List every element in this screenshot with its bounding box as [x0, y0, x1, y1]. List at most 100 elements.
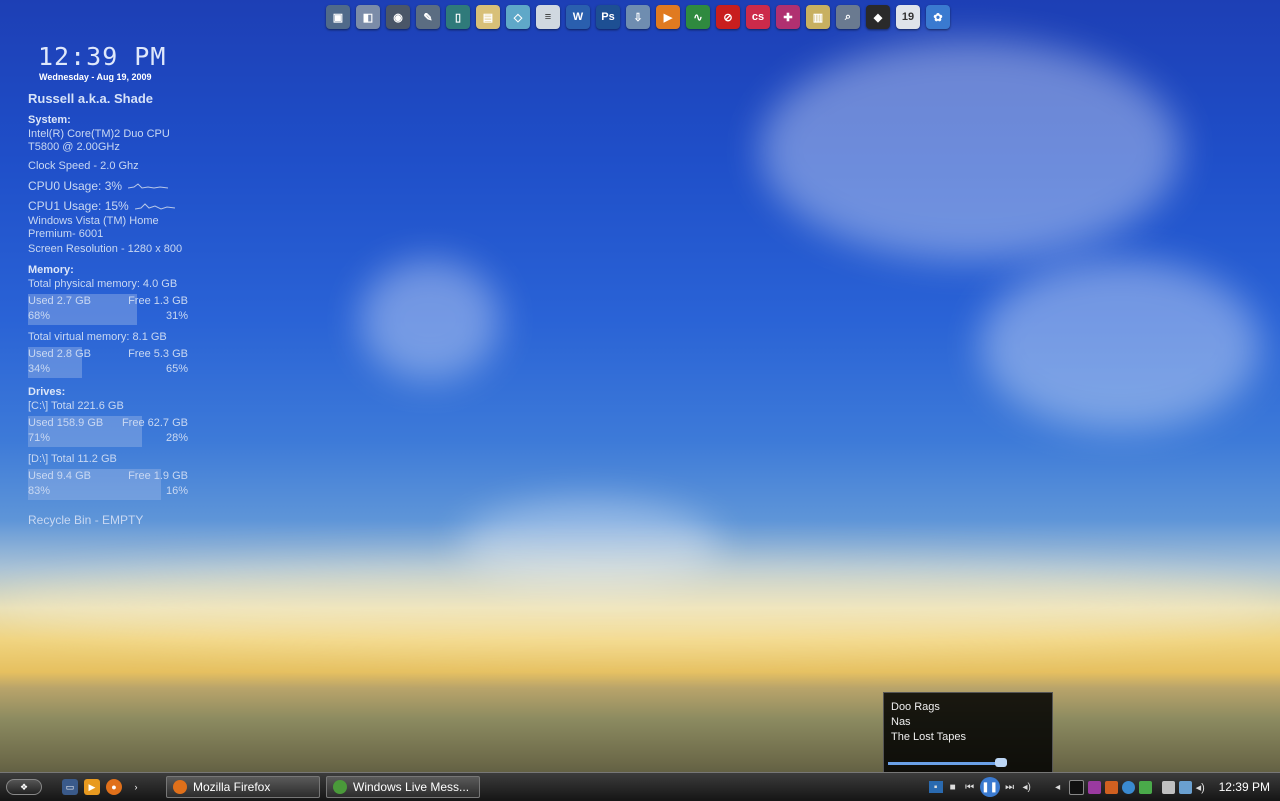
tray-expand-icon[interactable]: ◂: [1051, 781, 1065, 793]
physical-memory-total: Total physical memory: 4.0 GB: [28, 278, 178, 290]
text-file-icon[interactable]: ≡: [536, 5, 560, 29]
archive-icon[interactable]: ▥: [806, 5, 830, 29]
cpu0-usage: CPU0 Usage: 3%: [28, 179, 188, 193]
seek-bar[interactable]: [888, 762, 1004, 765]
meter-used-pct: 34%: [28, 363, 51, 375]
safely-remove-tray-icon[interactable]: [1161, 780, 1175, 794]
taskbar: ❖ ▭ ▶ ● › Mozilla Firefox Windows Live Me…: [0, 772, 1280, 801]
start-button[interactable]: ❖: [6, 779, 42, 795]
calendar-icon[interactable]: 19: [896, 5, 920, 29]
track-album: The Lost Tapes: [891, 731, 967, 743]
drive-d-meter: Used 9.4 GB Free 1.9 GB 83% 16%: [28, 469, 188, 500]
memory-heading: Memory:: [28, 264, 74, 276]
network-icon[interactable]: ✚: [776, 5, 800, 29]
blocked-icon[interactable]: ⊘: [716, 5, 740, 29]
cpu1-usage-label: CPU1 Usage: 15%: [28, 199, 129, 213]
folder-icon[interactable]: ▤: [476, 5, 500, 29]
recycle-bin-status[interactable]: Recycle Bin - EMPTY: [28, 514, 188, 527]
drive-d-total: [D:\] Total 11.2 GB: [28, 453, 117, 465]
media-player-quicklaunch-icon[interactable]: ▶: [84, 779, 100, 795]
quicklaunch-more-icon[interactable]: ›: [128, 779, 144, 795]
notes-icon[interactable]: ◇: [506, 5, 530, 29]
cpu0-graph: [128, 183, 169, 189]
taskbar-button-firefox[interactable]: Mozilla Firefox: [166, 776, 320, 798]
meter-used: Used 158.9 GB: [28, 417, 104, 429]
download-icon[interactable]: ⇩: [626, 5, 650, 29]
settings-icon[interactable]: ✿: [926, 5, 950, 29]
meter-free: Free 1.9 GB: [128, 470, 188, 482]
meter-free-pct: 65%: [165, 363, 188, 375]
photoshop-icon[interactable]: Ps: [596, 5, 620, 29]
cpu1-usage: CPU1 Usage: 15%: [28, 199, 188, 213]
meter-free-pct: 16%: [165, 485, 188, 497]
media-player-icon[interactable]: ▶: [656, 5, 680, 29]
computer-icon[interactable]: ▣: [326, 5, 350, 29]
pause-button[interactable]: ❚❚: [979, 777, 1000, 797]
tools-icon[interactable]: ✎: [416, 5, 440, 29]
track-title: Doo Rags: [891, 701, 940, 713]
meter-free: Free 1.3 GB: [128, 295, 188, 307]
system-tray: ▪ ■ ⏮ ❚❚ ⏭ ◂) ◂ ◂) 12:39 PM: [926, 773, 1280, 801]
previous-button[interactable]: ⏮: [963, 781, 977, 793]
taskbar-button-label: Windows Live Mess...: [353, 780, 470, 794]
stop-button[interactable]: ■: [946, 781, 960, 793]
cloud: [360, 260, 500, 380]
meter-used-pct: 71%: [28, 432, 51, 444]
screen-resolution: Screen Resolution - 1280 x 800: [28, 243, 183, 255]
messenger-icon: [333, 780, 347, 794]
user-name: Russell a.k.a. Shade: [28, 91, 154, 106]
meter-free-pct: 28%: [165, 432, 188, 444]
virtual-memory-meter: Used 2.8 GB Free 5.3 GB 34% 65%: [28, 347, 188, 378]
tray-clock[interactable]: 12:39 PM: [1219, 780, 1270, 794]
cloud: [760, 40, 1180, 260]
speaker-tray-icon[interactable]: ◂): [1196, 781, 1209, 794]
drive-icon[interactable]: ◆: [866, 5, 890, 29]
task-list: Mozilla Firefox Windows Live Mess...: [160, 776, 480, 798]
drive-c-meter: Used 158.9 GB Free 62.7 GB 71% 28%: [28, 416, 188, 447]
media-mini-icon[interactable]: ▪: [928, 781, 943, 793]
creative-suite-icon[interactable]: cs: [746, 5, 770, 29]
messenger-tray-icon[interactable]: [1138, 780, 1152, 794]
track-artist: Nas: [891, 716, 911, 728]
icon-dock: ▣ ◧ ◉ ✎ ▯ ▤ ◇ ≡ W Ps ⇩ ▶ ∿ ⊘ cs ✚ ▥ ⌕ ◆ 19 ✿: [326, 2, 950, 32]
taskbar-button-label: Mozilla Firefox: [193, 780, 271, 794]
next-button[interactable]: ⏭: [1003, 781, 1017, 793]
system-info-widget: 12:39 PM Wednesday - Aug 19, 2009 Russel…: [28, 42, 188, 527]
update-tray-icon[interactable]: [1121, 780, 1135, 794]
meter-used-pct: 68%: [28, 310, 51, 322]
meter-free: Free 62.7 GB: [121, 417, 188, 429]
cloud: [980, 260, 1260, 430]
clock-speed: Clock Speed - 2.0 Ghz: [28, 160, 139, 172]
mobile-icon[interactable]: ▯: [446, 5, 470, 29]
volume-icon[interactable]: ◂): [1020, 781, 1034, 793]
firefox-quicklaunch-icon[interactable]: ●: [106, 779, 122, 795]
search-icon[interactable]: ⌕: [836, 5, 860, 29]
word-icon[interactable]: W: [566, 5, 590, 29]
seek-handle[interactable]: [995, 758, 1007, 767]
firefox-icon: [173, 780, 187, 794]
windows-start-icon: ❖: [19, 781, 29, 792]
clock-time: 12:39 PM: [38, 42, 167, 71]
app-tray-icon[interactable]: [1087, 780, 1101, 794]
meter-free: Free 5.3 GB: [128, 348, 188, 360]
system-heading: System:: [28, 114, 71, 126]
monitor-icon[interactable]: ∿: [686, 5, 710, 29]
meter-used-pct: 83%: [28, 485, 51, 497]
cpu0-usage-label: CPU0 Usage: 3%: [28, 179, 123, 193]
taskbar-button-messenger[interactable]: Windows Live Mess...: [326, 776, 480, 798]
drive-c-total: [C:\] Total 221.6 GB: [28, 400, 124, 412]
now-playing-widget[interactable]: Doo Rags Nas The Lost Tapes: [883, 692, 1053, 776]
monitor-tray-icon[interactable]: [1068, 779, 1084, 795]
sync-tray-icon[interactable]: [1104, 780, 1118, 794]
network-tray-icon[interactable]: [1178, 780, 1192, 794]
virtual-memory-total: Total virtual memory: 8.1 GB: [28, 331, 167, 343]
cpu1-graph: [134, 203, 175, 210]
cpu-model: Intel(R) Core(TM)2 Duo CPU T5800 @ 2.00G…: [28, 128, 170, 153]
camera-icon[interactable]: ◉: [386, 5, 410, 29]
documents-icon[interactable]: ◧: [356, 5, 380, 29]
meter-used: Used 2.7 GB: [28, 295, 91, 307]
show-desktop-icon[interactable]: ▭: [62, 779, 78, 795]
physical-memory-meter: Used 2.7 GB Free 1.3 GB 68% 31%: [28, 294, 188, 325]
clock-date: Wednesday - Aug 19, 2009: [39, 72, 152, 82]
media-controls: ▪ ■ ⏮ ❚❚ ⏭ ◂): [926, 777, 1034, 797]
